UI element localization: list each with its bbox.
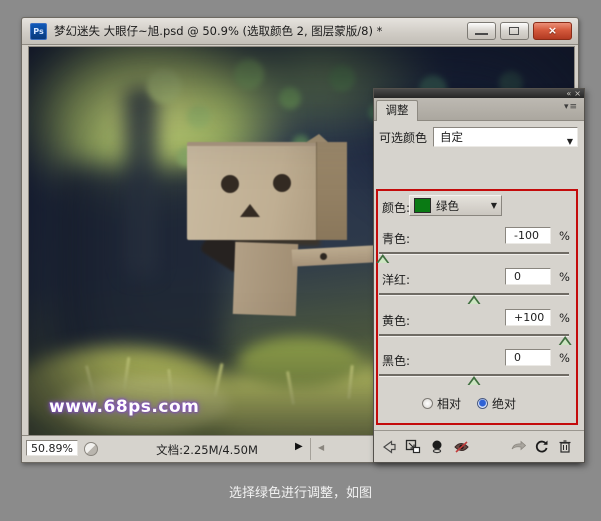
watermark-text: www.68ps.com xyxy=(49,397,199,417)
black-unit: % xyxy=(559,351,570,365)
black-label: 黑色: xyxy=(382,352,410,369)
reset-adjustment-icon[interactable] xyxy=(531,438,551,456)
adjustments-panel: « × 调整 ▾≡ 可选颜色 自定 ▼ 颜色: 绿色 ▼ 青色: -100 % xyxy=(373,88,585,463)
cyan-unit: % xyxy=(559,229,570,243)
panel-menu-icon[interactable]: ▾≡ xyxy=(564,102,578,112)
selective-color-panel: 可选颜色 自定 ▼ 颜色: 绿色 ▼ 青色: -100 % 洋红: 0 xyxy=(374,120,584,429)
close-button[interactable]: × xyxy=(533,22,572,40)
bokeh-light xyxy=(279,87,301,109)
bokeh-light xyxy=(329,65,355,91)
radio-relative-label: 相对 xyxy=(437,395,461,412)
danbo-shoulder-peg xyxy=(320,253,327,260)
radio-relative[interactable]: 相对 xyxy=(422,395,461,412)
restore-button[interactable] xyxy=(500,22,529,40)
annotation-red-box: 颜色: 绿色 ▼ 青色: -100 % 洋红: 0 % 黄色: +100 xyxy=(376,189,578,425)
preset-dropdown[interactable]: 自定 ▼ xyxy=(433,127,578,147)
minimize-button[interactable] xyxy=(467,22,496,40)
view-previous-state-icon[interactable] xyxy=(451,438,471,456)
radio-absolute-label: 绝对 xyxy=(492,395,516,412)
document-size-info: 文档:2.25M/4.50M xyxy=(112,442,302,458)
photoshop-app-icon: Ps xyxy=(30,23,47,40)
magenta-value-field[interactable]: 0 xyxy=(505,268,551,285)
status-divider xyxy=(310,438,311,460)
panel-footer-bar xyxy=(374,430,584,462)
selective-color-label: 可选颜色 xyxy=(379,129,433,146)
delete-adjustment-layer-icon[interactable] xyxy=(555,438,575,456)
magenta-slider-thumb[interactable] xyxy=(468,295,481,304)
return-to-adjustment-list-icon[interactable] xyxy=(379,438,399,456)
window-titlebar[interactable]: Ps 梦幻迷失 大眼仔~旭.psd @ 50.9% (选取颜色 2, 图层蒙版/… xyxy=(22,18,578,45)
yellow-value-field[interactable]: +100 xyxy=(505,309,551,326)
close-panel-icon[interactable]: × xyxy=(574,90,581,98)
danbo-mouth xyxy=(240,204,260,217)
danbo-right-eye xyxy=(273,174,291,192)
panel-tab-bar: 调整 ▾≡ xyxy=(374,98,584,121)
danbo-head-side-face xyxy=(316,142,347,240)
grass-blur xyxy=(239,337,359,387)
zoom-level-field[interactable]: 50.89% xyxy=(26,440,78,456)
photo-tree-silhouette xyxy=(124,87,158,277)
bokeh-light xyxy=(147,69,181,103)
black-slider-thumb[interactable] xyxy=(468,376,481,385)
yellow-unit: % xyxy=(559,311,570,325)
yellow-slider-thumb[interactable] xyxy=(559,336,572,345)
collapse-panel-icon[interactable]: « xyxy=(566,90,571,98)
cyan-label: 青色: xyxy=(382,230,410,247)
yellow-label: 黄色: xyxy=(382,312,410,329)
color-dropdown-value: 绿色 xyxy=(436,198,486,214)
color-dropdown[interactable]: 绿色 ▼ xyxy=(409,195,502,216)
magenta-label: 洋红: xyxy=(382,271,410,288)
scrollbar-left-arrow-icon[interactable]: ◀ xyxy=(318,443,324,452)
method-radio-group: 相对 绝对 xyxy=(422,395,516,412)
toggle-layer-visibility-icon[interactable] xyxy=(427,438,447,456)
preset-value: 自定 xyxy=(440,130,463,144)
magenta-unit: % xyxy=(559,270,570,284)
radio-circle-icon xyxy=(422,398,433,409)
clip-to-layer-icon[interactable] xyxy=(403,438,423,456)
chevron-down-icon: ▼ xyxy=(567,132,573,151)
radio-absolute[interactable]: 绝对 xyxy=(477,395,516,412)
status-clock-icon xyxy=(84,442,98,456)
black-value-field[interactable]: 0 xyxy=(505,349,551,366)
bokeh-light xyxy=(187,105,211,129)
danbo-head xyxy=(187,142,347,240)
yellow-slider-track[interactable] xyxy=(379,334,569,337)
bokeh-light xyxy=(234,59,264,89)
panel-group-header: « × xyxy=(374,89,584,98)
status-options-arrow-icon[interactable]: ▶ xyxy=(295,441,303,452)
color-label: 颜色: xyxy=(382,199,410,216)
undo-arrow-icon[interactable] xyxy=(507,438,527,456)
danbo-left-eye xyxy=(221,175,239,193)
black-slider-track[interactable] xyxy=(379,374,569,377)
tutorial-caption: 选择绿色进行调整，如图 xyxy=(0,482,601,501)
magenta-slider-track[interactable] xyxy=(379,293,569,296)
green-color-swatch xyxy=(414,198,431,213)
window-title: 梦幻迷失 大眼仔~旭.psd @ 50.9% (选取颜色 2, 图层蒙版/8) … xyxy=(54,23,382,39)
danbo-body xyxy=(233,242,298,316)
cyan-slider-track[interactable] xyxy=(379,252,569,255)
tab-adjustments[interactable]: 调整 xyxy=(376,100,418,121)
radio-circle-icon xyxy=(477,398,488,409)
cyan-slider-thumb[interactable] xyxy=(376,254,389,263)
chevron-down-icon: ▼ xyxy=(491,201,497,210)
cyan-value-field[interactable]: -100 xyxy=(505,227,551,244)
